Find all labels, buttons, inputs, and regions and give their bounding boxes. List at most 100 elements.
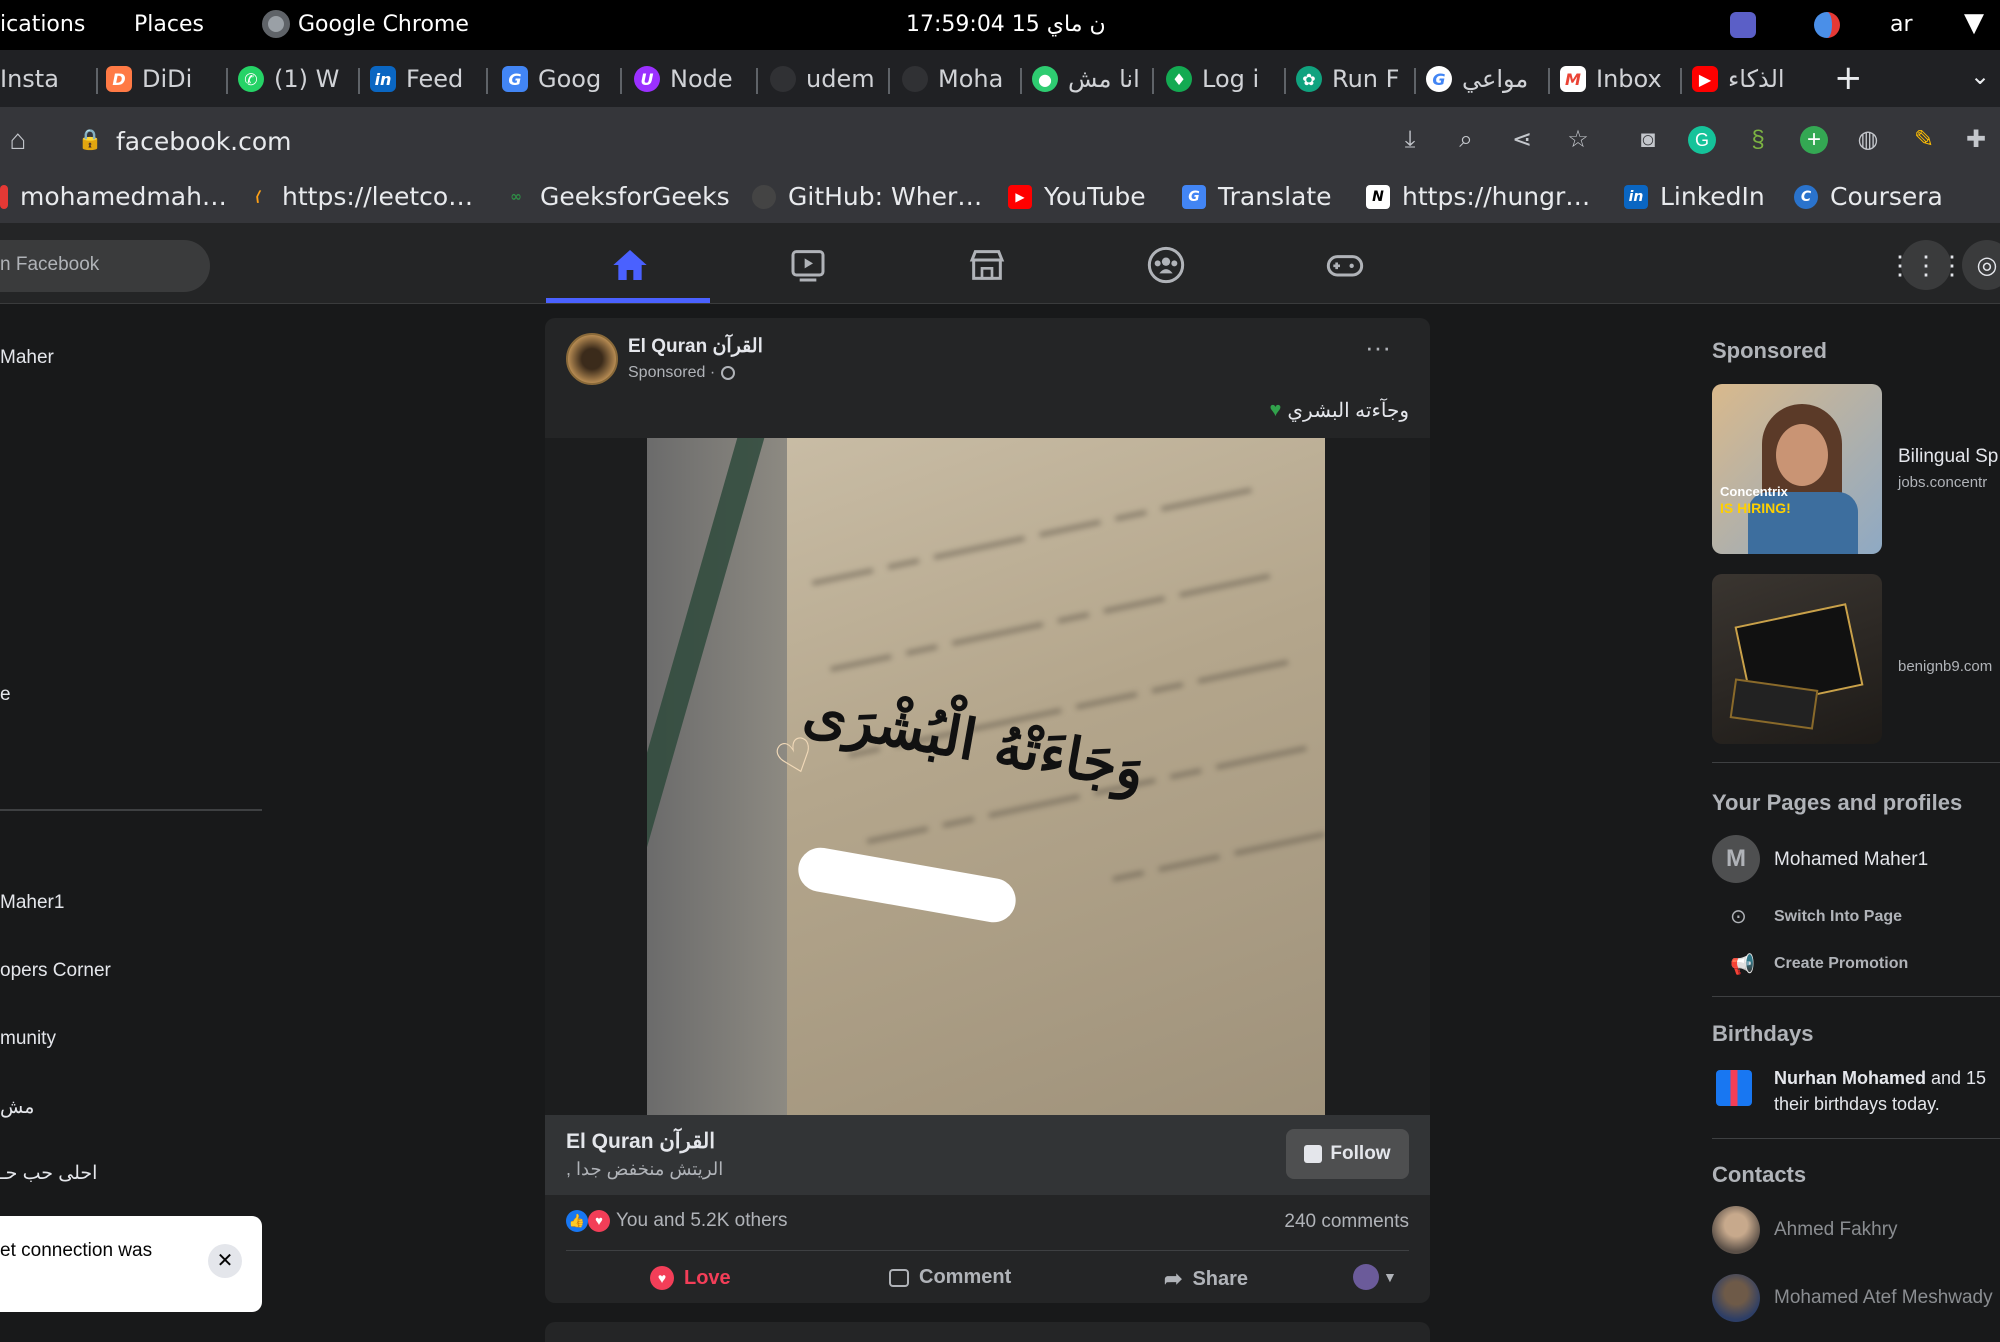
create-promotion-link[interactable]: Create Promotion	[1774, 955, 1908, 973]
close-icon[interactable]: ✕	[208, 1244, 242, 1278]
ad-image-benignb9[interactable]	[1712, 574, 1882, 744]
contact-avatar[interactable]	[1712, 1274, 1760, 1322]
ad-image-concentrix[interactable]: Concentrix IS HIRING!	[1712, 384, 1882, 554]
follow-button[interactable]: Follow	[1286, 1129, 1409, 1179]
tab-mongodb-login[interactable]: ♦ Log i	[1166, 60, 1276, 98]
more-options-icon[interactable]: ···	[1365, 332, 1391, 363]
marketplace-icon[interactable]	[967, 245, 1007, 285]
contact-name[interactable]: Mohamed Atef Meshwady	[1774, 1287, 1993, 1309]
sidebar-item-profile[interactable]: Maher	[0, 347, 54, 369]
sidebar-item-see-more[interactable]: e	[0, 684, 11, 706]
shortcut-item[interactable]: Maher1	[0, 892, 64, 914]
page-avatar[interactable]	[566, 333, 618, 385]
tab-node[interactable]: U Node	[634, 60, 740, 98]
home-icon[interactable]	[610, 245, 650, 285]
tab-linkedin-feed[interactable]: in Feed	[370, 60, 474, 98]
grammarly-icon[interactable]: G	[1688, 126, 1716, 154]
page-name[interactable]: El Quran القرآن	[628, 335, 763, 358]
puzzle-icon[interactable]: ✚	[1962, 126, 1990, 154]
groups-icon[interactable]	[1146, 245, 1186, 285]
bookmark-linkedin[interactable]: in LinkedIn	[1624, 182, 1765, 211]
notion-icon: N	[1366, 184, 1390, 209]
bookmark-leetcode[interactable]: ⟨ https://leetco…	[246, 182, 473, 211]
lock-icon[interactable]: 🔒	[76, 126, 104, 154]
bookmark-github[interactable]: GitHub: Wher…	[752, 182, 982, 211]
bookmark-translate[interactable]: G Translate	[1182, 182, 1332, 211]
shortcut-item[interactable]: opers Corner	[0, 960, 111, 982]
places-menu[interactable]: Places	[134, 12, 204, 37]
highlighter-icon[interactable]: ✎	[1910, 126, 1938, 154]
switch-into-page-link[interactable]: Switch Into Page	[1774, 908, 1902, 926]
reactions-summary[interactable]: 👍 ♥ You and 5.2K others	[566, 1210, 788, 1232]
video-icon[interactable]	[788, 245, 828, 285]
tab-google-calendar[interactable]: G مواعي	[1426, 60, 1544, 98]
tab-gmail-inbox[interactable]: M Inbox	[1560, 60, 1666, 98]
tab-instagram[interactable]: Insta	[0, 60, 90, 98]
extension-icon[interactable]: §	[1744, 126, 1772, 154]
ad-domain[interactable]: jobs.concentr	[1898, 474, 1987, 491]
home-icon[interactable]: ⌂	[4, 126, 32, 154]
ad-title[interactable]: Bilingual Sp	[1898, 446, 1998, 468]
tab-chat[interactable]: ● انا مش	[1032, 60, 1142, 98]
post-image[interactable]: ــــــ ــ ــــ ــــــ ــ ــــ ــــــ ـــ…	[647, 438, 1325, 1115]
comments-count[interactable]: 240 comments	[1284, 1211, 1409, 1233]
bookmark-youtube[interactable]: ▶ YouTube	[1008, 182, 1146, 211]
search-input[interactable]: n Facebook	[0, 240, 210, 292]
star-icon[interactable]: ☆	[1564, 126, 1592, 154]
bookmark-geeksforgeeks[interactable]: ∞ GeeksforGeeks	[504, 182, 730, 211]
color-picker-icon[interactable]	[1814, 12, 1840, 38]
zoom-icon[interactable]: ⌕	[1452, 126, 1480, 154]
profile-avatar[interactable]: M	[1712, 835, 1760, 883]
tab-google-translate[interactable]: G Goog	[502, 60, 608, 98]
bookmark-label: https://leetco…	[282, 182, 474, 211]
tab-youtube-ai[interactable]: ▶ الذكاء	[1692, 60, 1806, 98]
tab-whatsapp[interactable]: ✆ (1) W	[238, 60, 348, 98]
bookmark-mohamedmah[interactable]: mohamedmah…	[0, 182, 227, 211]
ad-badge-hiring: IS HIRING!	[1720, 500, 1791, 516]
install-icon[interactable]: ⤓	[1396, 126, 1424, 154]
messenger-icon[interactable]: ◎	[1962, 240, 2000, 290]
comment-button[interactable]: Comment	[889, 1266, 1011, 1289]
bookmark-label: Translate	[1218, 182, 1332, 211]
app-menu[interactable]: Google Chrome	[262, 10, 469, 38]
tab-chatgpt[interactable]: ✿ Run F	[1296, 60, 1406, 98]
tab-mohamed[interactable]: Moha	[902, 60, 1008, 98]
tab-search-chevron-icon[interactable]: ⌄	[1970, 62, 1990, 90]
add-icon[interactable]: +	[1800, 126, 1828, 154]
chat-icon: ●	[1032, 66, 1058, 92]
github-icon	[752, 184, 776, 209]
shortcut-item[interactable]: مش	[0, 1096, 34, 1119]
menu-grid-icon[interactable]: ⋮⋮⋮	[1887, 240, 1965, 290]
language-indicator[interactable]: ar	[1890, 12, 1913, 37]
search-placeholder: n Facebook	[0, 254, 100, 275]
shortcut-item[interactable]: munity	[0, 1028, 56, 1050]
contact-name[interactable]: Ahmed Fakhry	[1774, 1219, 1898, 1241]
bookmarks-bar: mohamedmah… ⟨ https://leetco… ∞ GeeksforGe…	[0, 173, 2000, 224]
love-button[interactable]: ♥ Love	[650, 1266, 731, 1290]
toast-message: et connection was	[0, 1240, 153, 1261]
gaming-icon[interactable]	[1325, 245, 1365, 285]
bookmark-notion[interactable]: Nhttps://hungr…	[1366, 182, 1590, 211]
ad-domain[interactable]: benignb9.com	[1898, 658, 1992, 675]
bookmark-coursera[interactable]: C Coursera	[1794, 182, 1943, 211]
share-icon[interactable]: ⋖	[1508, 126, 1536, 154]
sponsored-label[interactable]: Sponsored ·	[628, 364, 715, 382]
tab-label: Run F	[1332, 65, 1400, 93]
globe-icon[interactable]: ◍	[1854, 126, 1882, 154]
tab-udemy[interactable]: udem	[770, 60, 876, 98]
react-as-selector[interactable]: ▼	[1353, 1264, 1397, 1290]
activities-button[interactable]: ications	[0, 12, 85, 37]
camera-icon[interactable]: ◙	[1634, 126, 1662, 154]
facebook-top-nav: n Facebook ⋮⋮⋮ ◎	[0, 223, 2000, 304]
clock[interactable]: 17:59:04 15 ن ماي	[906, 12, 1106, 37]
birthday-line-1[interactable]: Nurhan Mohamed and 15	[1774, 1068, 1986, 1089]
new-tab-button[interactable]: +	[1834, 58, 1863, 98]
tab-didi[interactable]: D DiDi	[106, 60, 206, 98]
contact-avatar[interactable]	[1712, 1206, 1760, 1254]
share-button[interactable]: ➦ Share	[1164, 1266, 1248, 1292]
shortcut-item[interactable]: احلى حب حـ	[0, 1162, 97, 1185]
teams-icon[interactable]	[1730, 12, 1756, 38]
url-field[interactable]: facebook.com	[116, 127, 292, 156]
wifi-icon[interactable]: ▼	[1964, 8, 1984, 38]
profile-name[interactable]: Mohamed Maher1	[1774, 849, 1928, 871]
